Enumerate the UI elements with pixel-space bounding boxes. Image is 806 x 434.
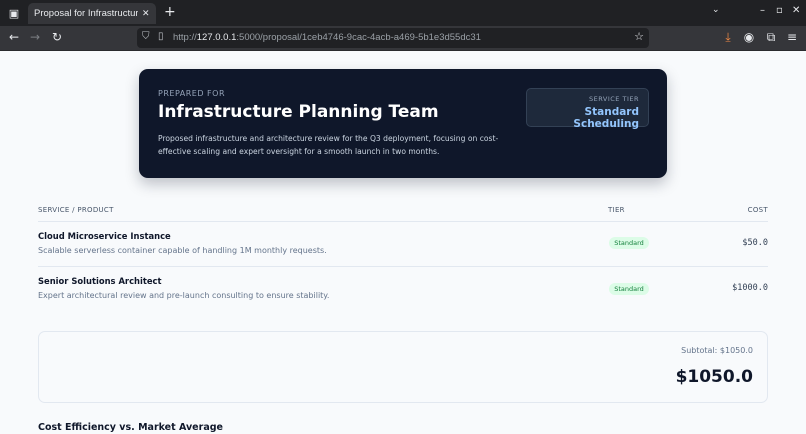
item-description: Expert architectural review and pre-laun…: [38, 291, 330, 300]
service-tier-label: SERVICE TIER: [589, 95, 639, 103]
close-tab-icon[interactable]: ✕: [142, 9, 150, 19]
browser-toolbar: ← → ↻ ⛉ ▯ http://127.0.0.1:5000/proposal…: [0, 26, 806, 51]
forward-arrow-icon[interactable]: →: [27, 30, 43, 44]
browser-tab[interactable]: Proposal for Infrastructure P ✕: [28, 3, 156, 24]
column-header-cost: COST: [747, 206, 768, 214]
item-description: Scalable serverless container capable of…: [38, 246, 327, 255]
column-header-service: SERVICE / PRODUCT: [38, 206, 114, 214]
section-title: Cost Efficiency vs. Market Average: [38, 422, 223, 433]
divider: [38, 266, 768, 267]
chevron-down-icon[interactable]: ⌄: [712, 5, 720, 15]
account-icon[interactable]: ◉: [741, 30, 757, 44]
extensions-icon[interactable]: ⧉: [763, 30, 779, 45]
column-header-tier: TIER: [608, 206, 625, 214]
new-tab-icon[interactable]: +: [164, 4, 176, 20]
proposal-hero-card: PREPARED FOR Infrastructure Planning Tea…: [139, 69, 667, 178]
total-amount: $1050.0: [675, 367, 753, 387]
item-name: Cloud Microservice Instance: [38, 231, 171, 241]
tab-overview-icon[interactable]: ▣: [0, 0, 28, 26]
minimize-icon[interactable]: –: [760, 5, 765, 16]
menu-icon[interactable]: ≡: [784, 30, 800, 44]
close-window-icon[interactable]: ✕: [792, 5, 800, 16]
proposal-description: Proposed infrastructure and architecture…: [158, 134, 499, 156]
item-name: Senior Solutions Architect: [38, 276, 162, 286]
item-cost: $1000.0: [732, 283, 768, 293]
tier-badge: Standard: [609, 237, 649, 249]
url-prefix: http://: [173, 32, 197, 43]
url-host: 127.0.0.1: [196, 32, 237, 43]
bookmark-star-icon[interactable]: ☆: [634, 30, 644, 43]
download-icon[interactable]: ⤓: [720, 30, 736, 45]
prepared-for-label: PREPARED FOR: [158, 89, 225, 98]
page-content: PREPARED FOR Infrastructure Planning Tea…: [0, 51, 806, 434]
service-tier-value: Standard Scheduling: [573, 106, 639, 130]
subtotal: Subtotal: $1050.0: [681, 346, 753, 355]
divider: [38, 221, 768, 222]
page-info-icon[interactable]: ▯: [158, 31, 164, 42]
reload-icon[interactable]: ↻: [49, 30, 65, 44]
item-cost: $50.0: [742, 238, 768, 248]
back-arrow-icon[interactable]: ←: [6, 30, 22, 44]
address-bar[interactable]: ⛉ ▯ http://127.0.0.1:5000/proposal/1ceb4…: [137, 28, 649, 48]
shield-icon[interactable]: ⛉: [142, 31, 150, 42]
client-name: Infrastructure Planning Team: [158, 102, 439, 122]
tier-badge: Standard: [609, 283, 649, 295]
url-path: :5000/proposal/1ceb4746-9cac-4acb-a469-5…: [236, 32, 481, 43]
tab-title: Proposal for Infrastructure P: [34, 8, 138, 19]
url-text[interactable]: http://127.0.0.1:5000/proposal/1ceb4746-…: [173, 32, 481, 43]
browser-tab-bar: ▣ Proposal for Infrastructure P ✕ + ⌄ – …: [0, 0, 806, 26]
maximize-icon[interactable]: ▫: [776, 5, 783, 16]
service-tier-box: SERVICE TIER Standard Scheduling: [526, 88, 649, 130]
cost-summary: Subtotal: $1050.0 $1050.0: [38, 331, 768, 403]
